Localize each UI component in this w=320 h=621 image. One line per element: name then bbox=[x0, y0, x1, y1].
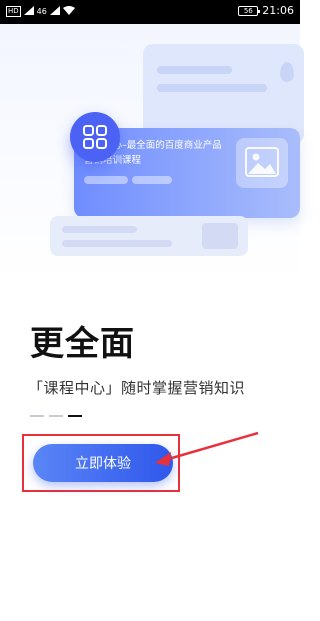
annotation-arrow-icon bbox=[155, 431, 259, 466]
